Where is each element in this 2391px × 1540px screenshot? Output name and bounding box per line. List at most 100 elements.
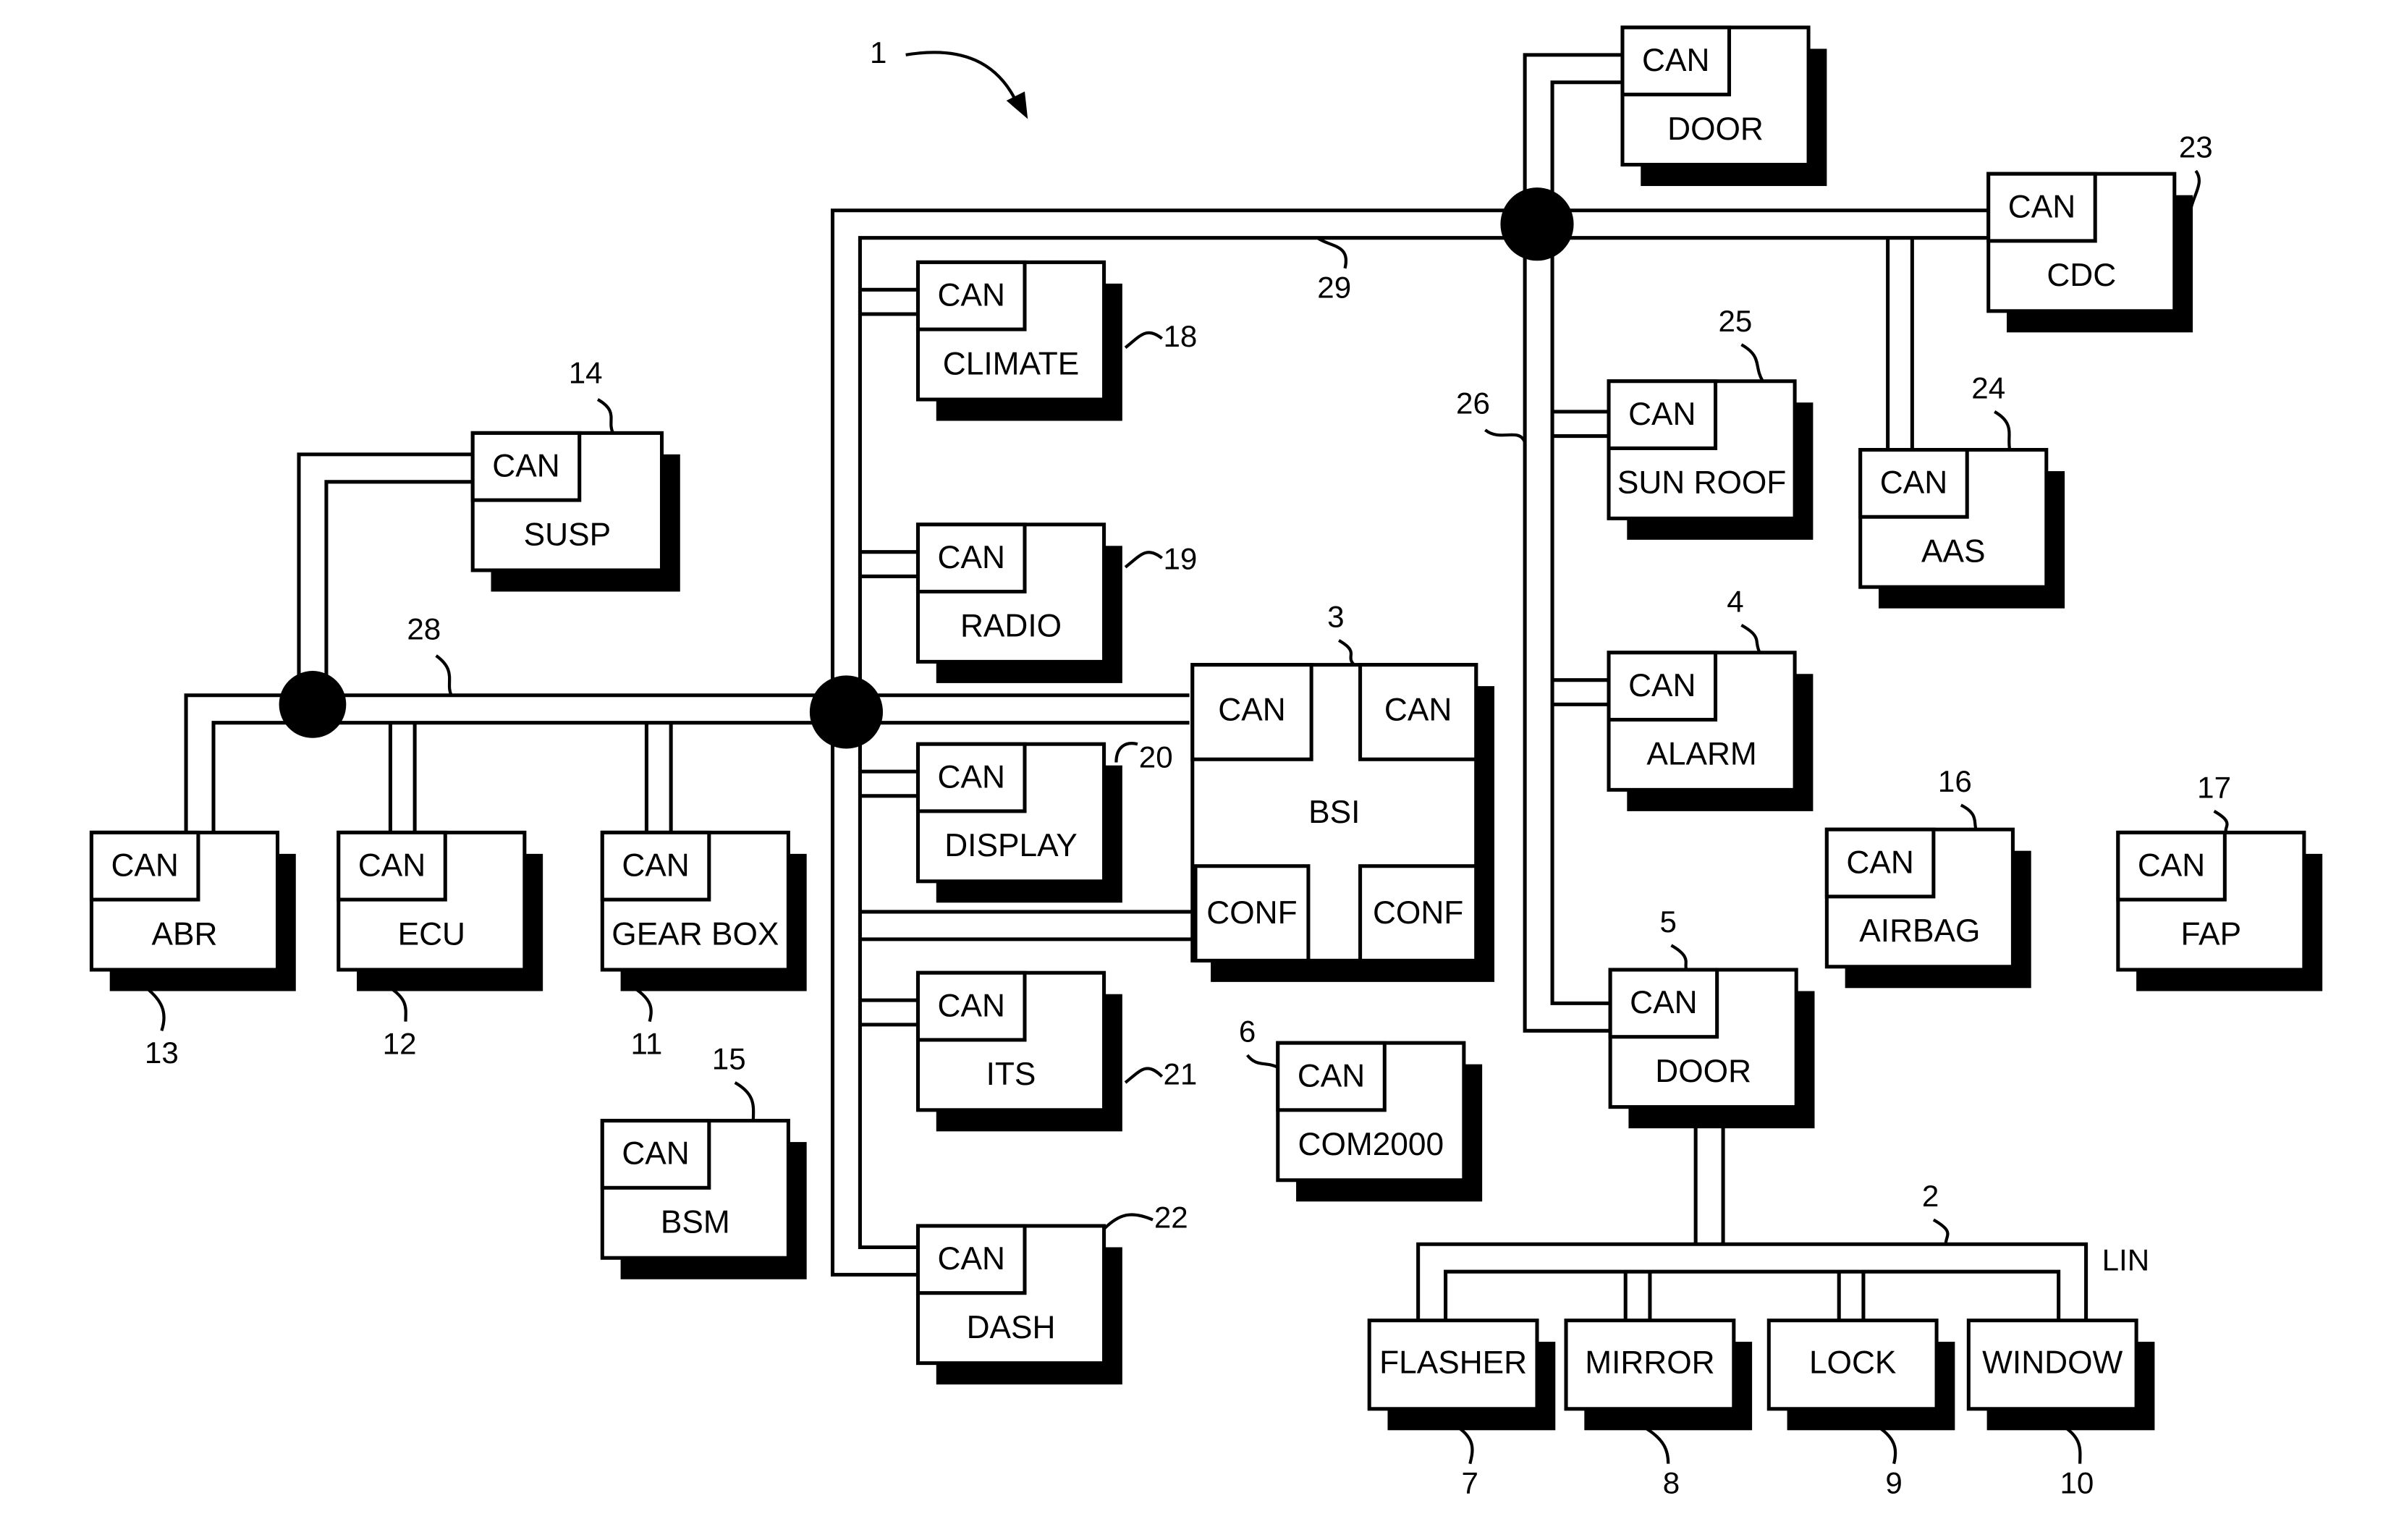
module-bsm-15[interactable]: CAN BSM 15: [600, 1042, 807, 1279]
lin-module-lock-9-ref-number: 9: [1885, 1465, 1902, 1499]
module-ecu-12-ref-number: 12: [383, 1026, 417, 1060]
module-climate-18[interactable]: CAN CLIMATE 18: [915, 260, 1198, 421]
lin-module-lock-9[interactable]: LOCK 9: [1766, 1319, 1955, 1500]
module-aas-24[interactable]: CAN AAS 24: [1858, 371, 2065, 609]
module-fap-17[interactable]: CAN FAP 17: [2116, 771, 2323, 991]
module-sun-roof-25-ref-leader: [1740, 343, 1764, 382]
lin-bus-inner: [1444, 1269, 2061, 1321]
junction-node-29-26: [1500, 187, 1574, 261]
bus-26-leader: [1484, 428, 1527, 444]
module-sun-roof-25-name: SUN ROOF: [1617, 465, 1786, 501]
module-susp-14-ref-number: 14: [569, 355, 603, 389]
module-its-21[interactable]: CAN ITS 21: [915, 970, 1198, 1132]
bus-28-leader: [435, 654, 453, 696]
module-airbag-16-port-label: CAN: [1846, 845, 1913, 880]
module-airbag-16-ref-leader: [1960, 803, 1978, 831]
module-alarm-4-ref-number: 4: [1727, 584, 1743, 618]
module-climate-18-ref-leader: [1124, 331, 1163, 350]
module-gear-box-11[interactable]: CAN GEAR BOX 11: [600, 830, 807, 1060]
its-stub: [860, 998, 918, 1027]
figure-arrow-line: [905, 51, 1020, 108]
module-com2000-6-port-label: CAN: [1298, 1058, 1365, 1093]
lin-module-mirror-8-ref-leader: [1643, 1426, 1670, 1464]
module-door-5-name: DOOR: [1655, 1054, 1751, 1089]
bsi-port-conf-left-label: CONF: [1206, 895, 1297, 931]
module-radio-19-ref-number: 19: [1163, 541, 1197, 575]
radio-stub: [860, 550, 918, 578]
module-display-20-ref-leader: [1114, 742, 1138, 763]
module-com2000-6-ref-number: 6: [1239, 1015, 1256, 1049]
module-display-20-ref-number: 20: [1139, 740, 1173, 774]
module-sun-roof-25[interactable]: CAN SUN ROOF 25: [1607, 304, 1814, 540]
module-ecu-12[interactable]: CAN ECU 12: [337, 830, 543, 1060]
module-bsm-15-ref-number: 15: [712, 1042, 746, 1076]
bus-29-inner-vertical: [858, 722, 918, 1249]
door-top-outer: [1523, 53, 1622, 211]
sunroof-stub: [1552, 410, 1611, 439]
module-door-5-ref-number: 5: [1659, 905, 1676, 939]
module-com2000-6-name: COM2000: [1298, 1127, 1444, 1162]
bsi-port-can-right-label: CAN: [1384, 693, 1452, 728]
lin-module-window-10-name: WINDOW: [1982, 1345, 2123, 1380]
lin-bus-2-leader: [1932, 1218, 1950, 1245]
module-aas-24-ref-leader: [1994, 410, 2012, 450]
lin-module-mirror-8[interactable]: MIRROR 8: [1564, 1319, 1753, 1500]
bsi-port-can-left-label: CAN: [1218, 693, 1285, 728]
module-door-5[interactable]: CAN DOOR 5: [1608, 905, 1815, 1129]
module-climate-18-ref-number: 18: [1163, 319, 1197, 353]
module-alarm-4-ref-leader: [1740, 624, 1761, 653]
lin-label: LIN: [2102, 1243, 2150, 1277]
module-radio-19-port-label: CAN: [938, 540, 1005, 575]
module-cdc-23[interactable]: CAN CDC 23: [1986, 130, 2213, 333]
module-ecu-12-ref-leader: [389, 986, 407, 1022]
module-abr-13-ref-number: 13: [145, 1036, 179, 1070]
module-dash-22-ref-number: 22: [1154, 1201, 1188, 1235]
module-bsm-15-ref-leader: [734, 1081, 756, 1121]
ecu-stub: [388, 722, 417, 833]
module-door-top-port-label: CAN: [1642, 43, 1709, 78]
module-climate-18-name: CLIMATE: [943, 346, 1079, 381]
module-its-21-port-label: CAN: [938, 988, 1005, 1023]
lin-module-flasher-7-name: FLASHER: [1379, 1345, 1527, 1380]
door-top-inner: [1550, 80, 1622, 211]
module-gear-box-11-ref-leader: [633, 986, 653, 1023]
module-abr-13[interactable]: CAN ABR 13: [89, 830, 296, 1070]
module-dash-22-ref-leader: [1103, 1213, 1154, 1230]
lin-module-lock-9-ref-leader: [1877, 1426, 1897, 1465]
module-door-5-ref-leader: [1670, 944, 1688, 970]
bus-29-leader: [1316, 236, 1348, 269]
module-aas-24-ref-number: 24: [1971, 371, 2005, 405]
module-abr-13-port-label: CAN: [111, 848, 178, 884]
module-cdc-23-port-label: CAN: [2008, 189, 2075, 224]
junction-node-28-29: [809, 675, 884, 749]
module-dash-22-name: DASH: [967, 1310, 1056, 1345]
module-radio-19-name: RADIO: [960, 609, 1062, 644]
module-radio-19[interactable]: CAN RADIO 19: [915, 522, 1198, 683]
module-susp-14[interactable]: CAN SUSP 14: [470, 355, 680, 592]
module-display-20-name: DISPLAY: [944, 828, 1078, 863]
module-alarm-4[interactable]: CAN ALARM 4: [1607, 584, 1814, 811]
module-its-21-ref-number: 21: [1163, 1057, 1197, 1091]
bsi-conf-stub: [860, 910, 1193, 942]
module-abr-13-ref-leader: [145, 986, 166, 1031]
module-alarm-4-name: ALARM: [1646, 737, 1756, 772]
bus-26-inner: [1550, 237, 1611, 1005]
module-gear-box-11-name: GEAR BOX: [611, 916, 779, 952]
lin-module-flasher-7[interactable]: FLASHER 7: [1367, 1319, 1556, 1500]
lin-module-mirror-8-name: MIRROR: [1585, 1345, 1714, 1380]
module-aas-24-name: AAS: [1921, 534, 1986, 570]
module-display-20[interactable]: CAN DISPLAY 20: [915, 740, 1173, 903]
module-door-top[interactable]: CAN DOOR: [1620, 25, 1827, 187]
module-airbag-16[interactable]: CAN AIRBAG 16: [1824, 764, 2031, 989]
bsi-unit[interactable]: CAN CAN CONF CONF BSI 3: [1190, 600, 1494, 982]
module-radio-19-ref-leader: [1124, 551, 1163, 569]
lin-module-window-10[interactable]: WINDOW 10: [1966, 1319, 2155, 1500]
figure-ref-number: 1: [870, 35, 886, 69]
bsi-ref-leader: [1338, 639, 1355, 667]
module-dash-22[interactable]: CAN DASH 22: [915, 1201, 1188, 1385]
module-aas-24-port-label: CAN: [1880, 465, 1947, 501]
alarm-stub: [1552, 678, 1611, 706]
lin-bus-outer: [1416, 1242, 2089, 1321]
module-susp-14-port-label: CAN: [492, 449, 559, 484]
module-com2000-6[interactable]: CAN COM2000 6: [1239, 1015, 1483, 1202]
